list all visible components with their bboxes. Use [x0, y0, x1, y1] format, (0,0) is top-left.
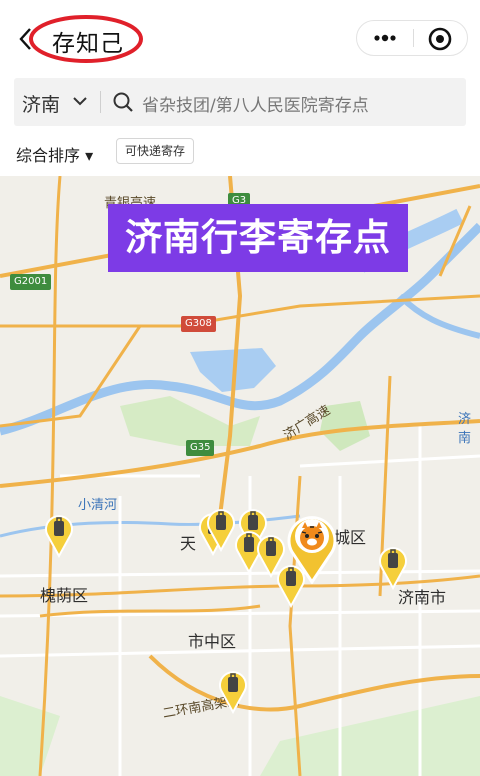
search-bar: 济南 省杂技团/第八人民医院寄存点	[14, 78, 466, 126]
route-shield-g2001: G2001	[10, 274, 52, 290]
search-icon	[113, 92, 133, 112]
miniprogram-capsule	[356, 20, 468, 56]
storage-pin-icon[interactable]	[378, 544, 408, 590]
storage-pin-icon[interactable]	[218, 668, 248, 714]
water-label-xiaoqinghe: 小清河	[78, 498, 118, 513]
sort-dropdown[interactable]: 综合排序 ▾	[16, 142, 93, 166]
more-icon[interactable]	[371, 28, 399, 48]
promo-banner: 济南行李寄存点	[108, 204, 408, 272]
place-label-shizhong: 市中区	[188, 632, 237, 651]
nav-header: 存知己	[0, 0, 480, 76]
search-input[interactable]: 省杂技团/第八人民医院寄存点	[142, 91, 369, 116]
storage-pin-icon[interactable]	[44, 512, 74, 558]
place-label-jinan-right: 济南	[458, 412, 472, 446]
place-label-huaiyin: 槐荫区	[40, 586, 89, 605]
capsule-divider	[413, 29, 414, 47]
route-shield-g35: G35	[186, 440, 215, 456]
place-label-tian: 天	[180, 534, 197, 553]
city-selector[interactable]: 济南	[22, 90, 60, 117]
tiger-location-pin-icon[interactable]	[286, 512, 338, 584]
search-divider	[100, 91, 101, 113]
red-circle-annotation	[29, 15, 143, 63]
storage-pin-icon[interactable]	[206, 506, 236, 552]
close-miniprogram-icon[interactable]	[427, 26, 453, 52]
place-label-chengqu: 城区	[334, 528, 367, 547]
chevron-down-icon[interactable]	[72, 94, 88, 108]
route-shield-g308: G308	[181, 316, 216, 332]
express-storage-filter[interactable]: 可快递寄存	[116, 138, 194, 164]
